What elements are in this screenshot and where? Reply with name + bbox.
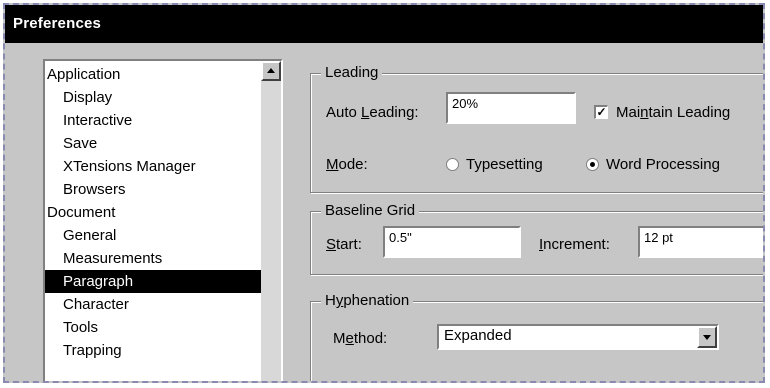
leading-group-title: Leading <box>321 64 383 82</box>
method-label: Method: <box>333 330 388 347</box>
dialog-body: Application Display Interactive Save XTensio… <box>5 43 763 381</box>
category-item-browsers[interactable]: Browsers <box>45 178 261 201</box>
category-item-xtensions-manager[interactable]: XTensions Manager <box>45 155 261 178</box>
category-item-character[interactable]: Character <box>45 293 261 316</box>
typesetting-radio[interactable] <box>446 158 459 171</box>
dialog-title: Preferences <box>5 5 763 43</box>
category-item-document[interactable]: Document <box>45 201 261 224</box>
word-processing-label: Word Processing <box>606 156 720 173</box>
arrow-up-icon <box>267 68 275 73</box>
start-input[interactable]: 0.5" <box>383 226 521 258</box>
start-label: Start: <box>326 236 362 253</box>
auto-leading-label: Auto Leading: <box>326 104 419 121</box>
leading-group: Leading Auto Leading: 20% ✓ Maintain Lea… <box>310 64 763 193</box>
vertical-scrollbar[interactable] <box>261 61 281 381</box>
method-dropdown[interactable]: Expanded <box>437 324 719 350</box>
preferences-dialog: Preferences Application Display Interactiv… <box>3 3 765 383</box>
hyphenation-group: Hyphenation Method: Expanded <box>310 292 763 381</box>
category-item-display[interactable]: Display <box>45 86 261 109</box>
method-dropdown-button[interactable] <box>697 326 717 348</box>
category-item-paragraph[interactable]: Paragraph <box>45 270 261 293</box>
category-list[interactable]: Application Display Interactive Save XTensio… <box>43 59 283 381</box>
method-dropdown-value: Expanded <box>444 327 512 344</box>
mode-label: Mode: <box>326 156 368 173</box>
category-item-save[interactable]: Save <box>45 132 261 155</box>
hyphenation-group-title: Hyphenation <box>321 292 414 310</box>
maintain-leading-checkbox[interactable]: ✓ <box>594 105 608 119</box>
typesetting-label: Typesetting <box>466 156 543 173</box>
category-item-tools[interactable]: Tools <box>45 316 261 339</box>
auto-leading-input[interactable]: 20% <box>446 92 576 124</box>
increment-label: Increment: <box>539 236 610 253</box>
category-item-interactive[interactable]: Interactive <box>45 109 261 132</box>
maintain-leading-label: Maintain Leading <box>616 104 731 121</box>
category-item-trapping[interactable]: Trapping <box>45 339 261 362</box>
chevron-down-icon <box>703 335 711 340</box>
baseline-grid-group: Baseline Grid Start: 0.5" Increment: 12 … <box>310 202 763 275</box>
category-item-application[interactable]: Application <box>45 63 261 86</box>
category-item-general[interactable]: General <box>45 224 261 247</box>
scroll-up-button[interactable] <box>261 61 281 81</box>
baseline-grid-group-title: Baseline Grid <box>321 202 420 220</box>
increment-input[interactable]: 12 pt <box>638 226 763 258</box>
category-list-items: Application Display Interactive Save XTensio… <box>45 61 261 381</box>
category-item-measurements[interactable]: Measurements <box>45 247 261 270</box>
word-processing-radio[interactable] <box>586 158 599 171</box>
